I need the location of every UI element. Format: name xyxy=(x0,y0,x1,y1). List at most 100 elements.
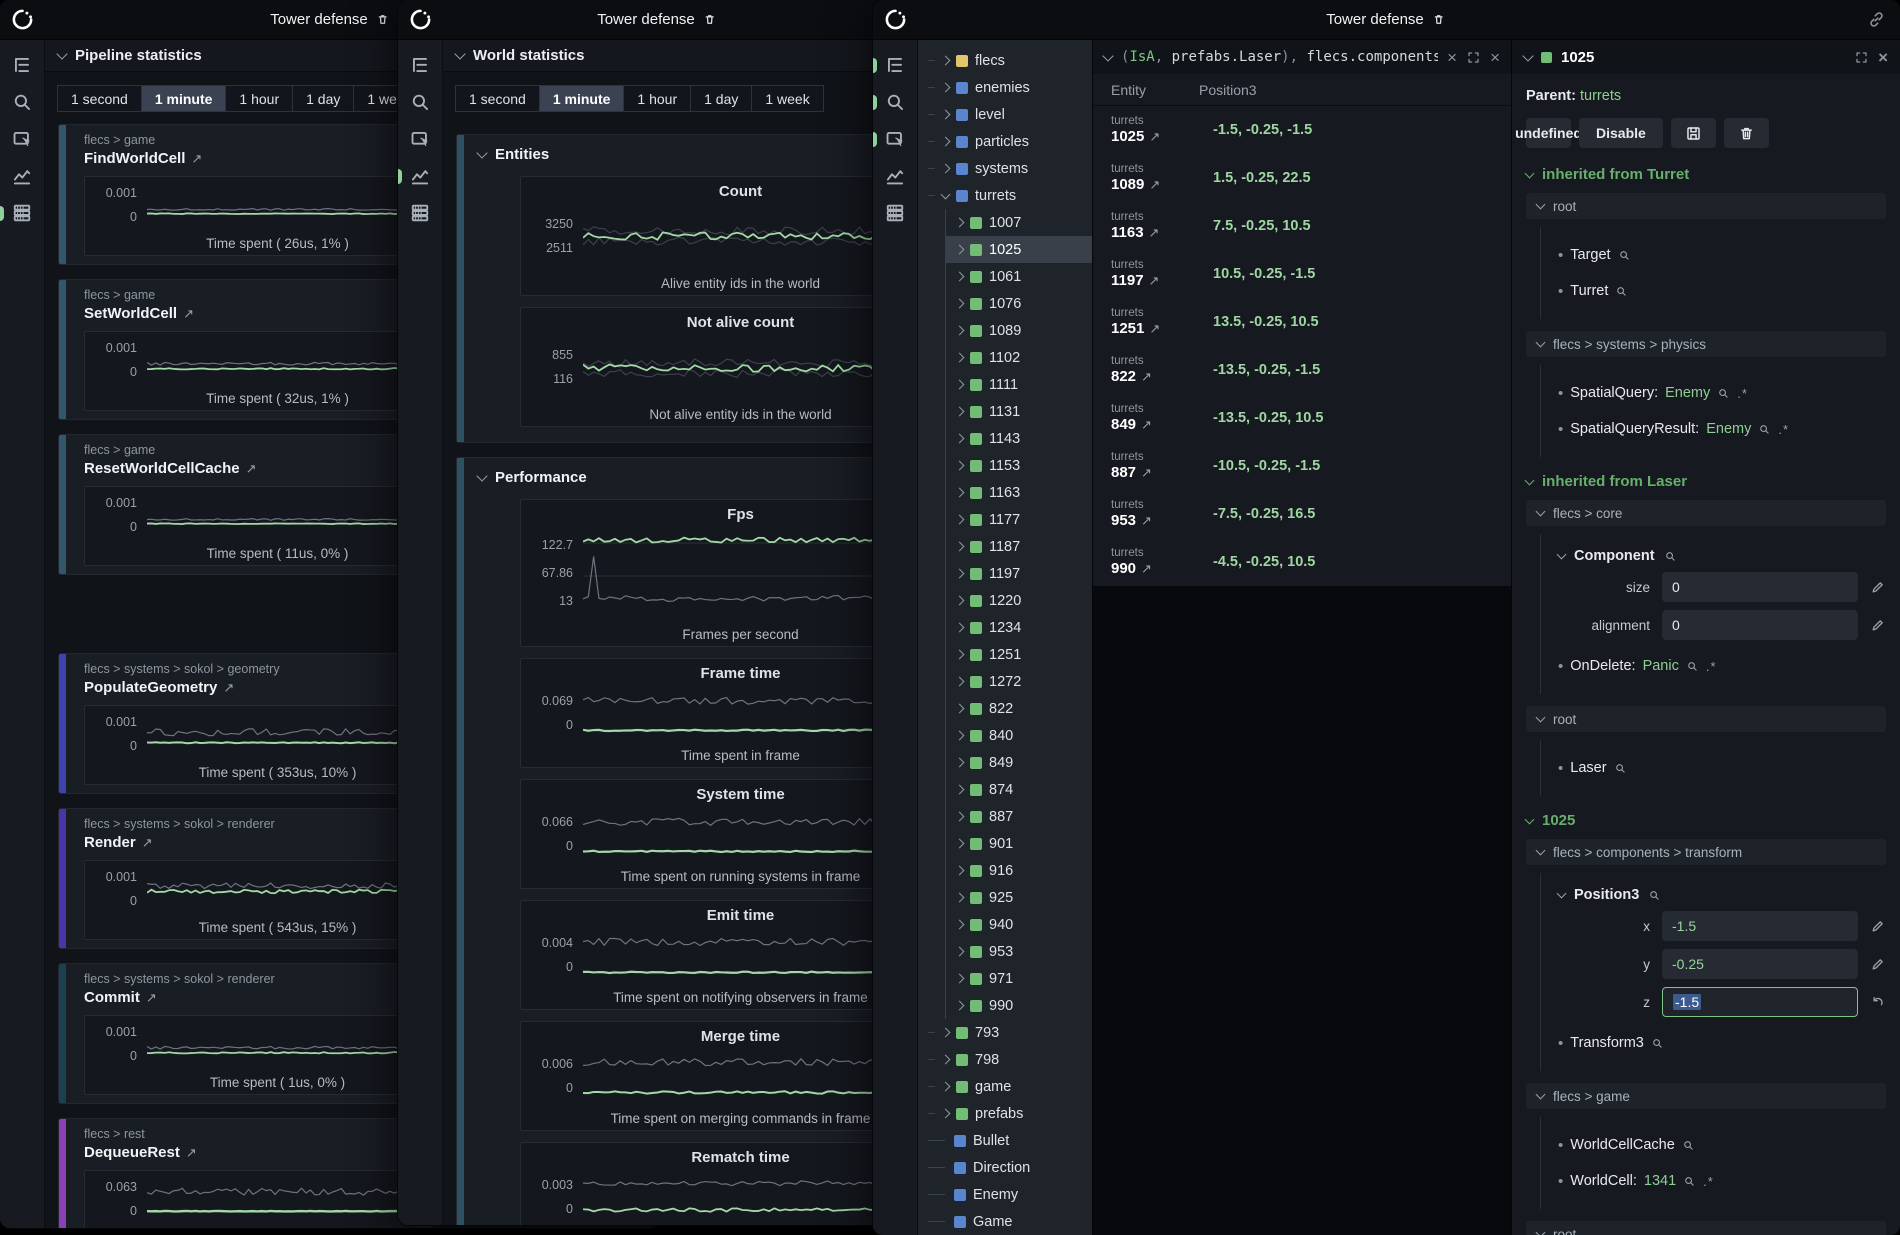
tree-item-798[interactable]: 798 xyxy=(918,1046,1092,1073)
collapse-chevron-icon[interactable] xyxy=(1522,50,1533,61)
component-target[interactable]: Enemy xyxy=(1665,385,1710,401)
expand-chevron-icon[interactable] xyxy=(955,515,965,525)
query-lens-icon[interactable] xyxy=(1615,285,1628,298)
component-group-header[interactable]: flecs > game xyxy=(1526,1083,1886,1109)
component-group-header[interactable]: flecs > core xyxy=(1526,500,1886,526)
tree-panel-icon[interactable] xyxy=(409,54,431,76)
tree-item-1251[interactable]: 1251 xyxy=(946,641,1092,668)
delete-button[interactable] xyxy=(1724,118,1769,148)
expand-chevron-icon[interactable] xyxy=(955,434,965,444)
tree-item-systems[interactable]: systems xyxy=(918,155,1092,182)
time-range-button[interactable]: 1 minute xyxy=(539,85,625,112)
query-lens-icon[interactable] xyxy=(1686,660,1699,673)
tree-item-1089[interactable]: 1089 xyxy=(946,317,1092,344)
trash-icon[interactable] xyxy=(375,11,390,28)
expand-chevron-icon[interactable] xyxy=(955,974,965,984)
expand-chevron-icon[interactable] xyxy=(955,623,965,633)
tree-item-1197[interactable]: 1197 xyxy=(946,560,1092,587)
panel-header[interactable]: World statistics xyxy=(443,40,916,72)
expand-chevron-icon[interactable] xyxy=(955,218,965,228)
tree-item-Enemy[interactable]: Enemy xyxy=(918,1181,1092,1208)
chart-icon[interactable] xyxy=(409,165,431,187)
expand-chevron-icon[interactable] xyxy=(941,83,951,93)
expand-chevron-icon[interactable] xyxy=(955,542,965,552)
open-stat-link[interactable]: ↗ xyxy=(183,306,194,322)
time-range-button[interactable]: 1 hour xyxy=(623,85,691,112)
query-lens-icon[interactable] xyxy=(1614,762,1627,775)
tree-item-1220[interactable]: 1220 xyxy=(946,587,1092,614)
expand-chevron-icon[interactable] xyxy=(941,56,951,66)
open-stat-link[interactable]: ↗ xyxy=(223,680,234,696)
section-header[interactable]: Entities xyxy=(478,146,909,163)
tree-item-971[interactable]: 971 xyxy=(946,965,1092,992)
component-expandable[interactable]: Position3 xyxy=(1558,887,1886,903)
time-range-button[interactable]: 1 day xyxy=(292,85,354,112)
expand-chevron-icon[interactable] xyxy=(955,245,965,255)
open-entity-link[interactable]: ↗ xyxy=(1141,417,1152,433)
open-entity-link[interactable]: ↗ xyxy=(1149,129,1160,145)
edit-pencil-icon[interactable] xyxy=(1858,918,1886,934)
search-icon[interactable] xyxy=(11,91,33,113)
tree-item-1102[interactable]: 1102 xyxy=(946,344,1092,371)
component-target[interactable]: 1341 xyxy=(1644,1173,1676,1189)
field-input-size[interactable]: 0 xyxy=(1662,572,1858,602)
tree-item-1111[interactable]: 1111 xyxy=(946,371,1092,398)
expand-chevron-icon[interactable] xyxy=(955,488,965,498)
expand-panel-icon[interactable] xyxy=(1854,50,1869,65)
time-range-button[interactable]: 1 second xyxy=(455,85,540,112)
expand-chevron-icon[interactable] xyxy=(955,866,965,876)
tree-item-940[interactable]: 940 xyxy=(946,911,1092,938)
tree-item-1153[interactable]: 1153 xyxy=(946,452,1092,479)
tree-item-925[interactable]: 925 xyxy=(946,884,1092,911)
inspector-section-header[interactable]: inherited from Turret xyxy=(1526,166,1886,183)
field-input-z[interactable]: -1.5 xyxy=(1662,987,1858,1017)
disable-button[interactable]: Disable xyxy=(1579,118,1663,148)
time-range-button[interactable]: 1 second xyxy=(57,85,142,112)
expand-chevron-icon[interactable] xyxy=(955,731,965,741)
expand-chevron-icon[interactable] xyxy=(955,785,965,795)
open-entity-link[interactable]: ↗ xyxy=(1141,369,1152,385)
open-entity-link[interactable]: ↗ xyxy=(1141,561,1152,577)
expand-chevron-icon[interactable] xyxy=(941,1055,951,1065)
open-entity-link[interactable]: ↗ xyxy=(1149,225,1160,241)
query-lens-icon[interactable] xyxy=(1648,889,1661,902)
time-range-button[interactable]: 1 week xyxy=(751,85,823,112)
expand-chevron-icon[interactable] xyxy=(955,569,965,579)
tree-item-1076[interactable]: 1076 xyxy=(946,290,1092,317)
edit-pencil-icon[interactable] xyxy=(1858,579,1886,595)
expand-chevron-icon[interactable] xyxy=(955,353,965,363)
parent-link[interactable]: turrets xyxy=(1580,88,1621,104)
expand-chevron-icon[interactable] xyxy=(955,704,965,714)
expand-chevron-icon[interactable] xyxy=(941,1082,951,1092)
expand-chevron-icon[interactable] xyxy=(955,650,965,660)
tree-item-822[interactable]: 822 xyxy=(946,695,1092,722)
tree-item-953[interactable]: 953 xyxy=(946,938,1092,965)
query-lens-icon[interactable] xyxy=(1682,1139,1695,1152)
tree-item-849[interactable]: 849 xyxy=(946,749,1092,776)
tree-item-1163[interactable]: 1163 xyxy=(946,479,1092,506)
component-group-header[interactable]: flecs > systems > physics xyxy=(1526,331,1886,357)
inspector-icon[interactable] xyxy=(884,128,906,150)
time-range-button[interactable]: 1 day xyxy=(690,85,752,112)
tree-item-1143[interactable]: 1143 xyxy=(946,425,1092,452)
tree-item-Bullet[interactable]: Bullet xyxy=(918,1127,1092,1154)
tree-item-874[interactable]: 874 xyxy=(946,776,1092,803)
tree-panel-icon[interactable] xyxy=(11,54,33,76)
tree-item-840[interactable]: 840 xyxy=(946,722,1092,749)
field-input-x[interactable]: -1.5 xyxy=(1662,911,1858,941)
tree-item-prefabs[interactable]: prefabs xyxy=(918,1100,1092,1127)
tree-item-990[interactable]: 990 xyxy=(946,992,1092,1019)
tree-item-1177[interactable]: 1177 xyxy=(946,506,1092,533)
tree-item-1272[interactable]: 1272 xyxy=(946,668,1092,695)
query-lens-icon[interactable] xyxy=(1683,1175,1696,1188)
open-stat-link[interactable]: ↗ xyxy=(186,1145,197,1161)
perf-icon[interactable] xyxy=(409,202,431,224)
section-header[interactable]: Performance xyxy=(478,469,909,486)
open-entity-link[interactable]: ↗ xyxy=(1149,177,1160,193)
open-stat-link[interactable]: ↗ xyxy=(146,990,157,1006)
chart-icon[interactable] xyxy=(11,165,33,187)
save-button[interactable] xyxy=(1671,118,1716,148)
close-panel-icon[interactable]: × xyxy=(1878,49,1888,66)
trash-icon[interactable] xyxy=(1431,11,1446,28)
tree-panel-icon[interactable] xyxy=(884,54,906,76)
